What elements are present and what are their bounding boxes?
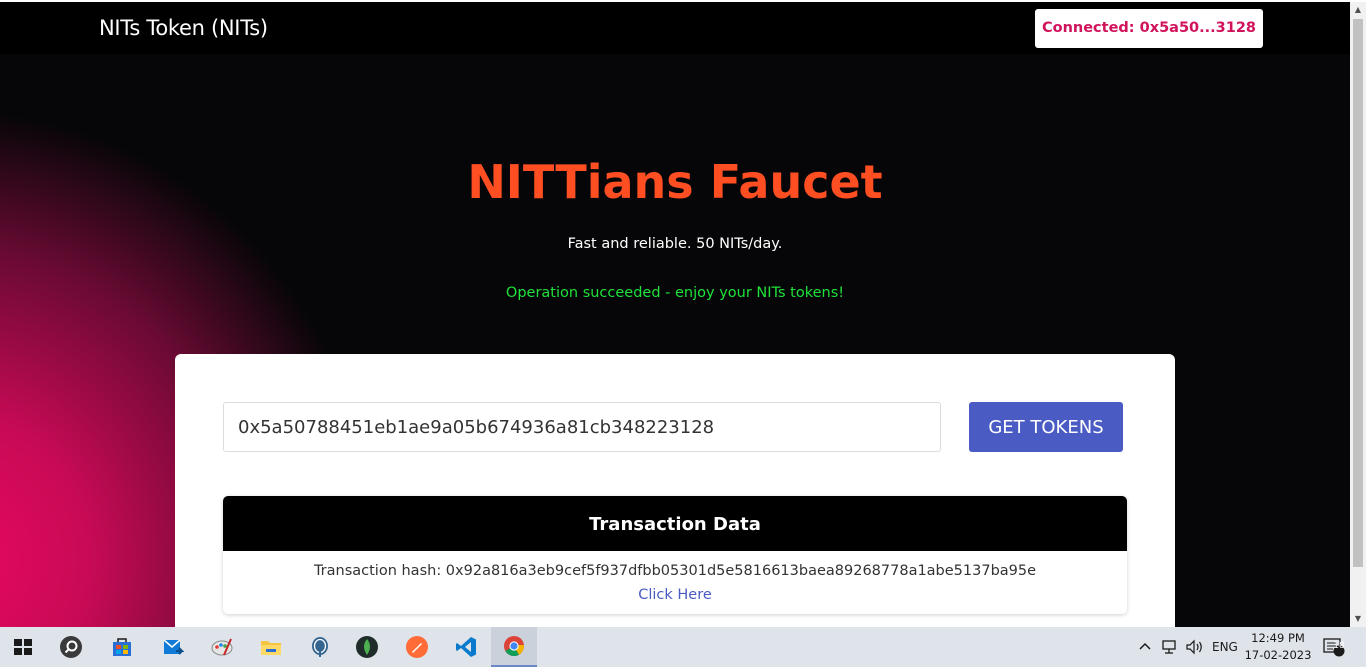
transaction-hash: Transaction hash: 0x92a816a3eb9cef5f937d… <box>313 563 1037 579</box>
clock-date: 17-02-2023 <box>1244 648 1312 662</box>
language-indicator[interactable]: ENG <box>1212 627 1238 667</box>
brand-title[interactable]: NITs Token (NITs) <box>99 16 268 40</box>
scroll-up-arrow-icon[interactable]: ▲ <box>1350 2 1366 18</box>
wallet-connect-button[interactable]: Connected: 0x5a50...3128 <box>1035 9 1263 48</box>
chrome-icon[interactable] <box>491 627 537 667</box>
page-viewport: NITs Token (NITs) Connected: 0x5a50...31… <box>0 0 1350 627</box>
scrollbar-thumb[interactable] <box>1353 19 1363 567</box>
mail-app-icon[interactable] <box>150 627 196 667</box>
navbar: NITs Token (NITs) Connected: 0x5a50...31… <box>0 2 1350 54</box>
get-tokens-button[interactable]: GET TOKENS <box>969 402 1123 452</box>
volume-icon[interactable] <box>1185 627 1205 667</box>
transaction-panel: Transaction Data Transaction hash: 0x92a… <box>223 496 1127 614</box>
transaction-panel-header: Transaction Data <box>223 496 1127 551</box>
vscode-icon[interactable] <box>443 627 489 667</box>
vertical-scrollbar[interactable]: ▲ ▼ <box>1350 2 1366 627</box>
transaction-link[interactable]: Click Here <box>223 587 1127 603</box>
postman-icon[interactable] <box>394 627 440 667</box>
file-explorer-icon[interactable] <box>248 627 294 667</box>
window-top-border <box>0 0 1366 2</box>
mongodb-icon[interactable] <box>344 627 390 667</box>
faucet-card: GET TOKENS Transaction Data Transaction … <box>175 354 1175 627</box>
show-hidden-icons-icon[interactable] <box>1138 627 1152 667</box>
notification-count-badge: 18 <box>1333 641 1345 651</box>
windows-start-icon[interactable] <box>0 627 46 667</box>
wallet-address-input[interactable] <box>223 402 941 452</box>
page-subtitle: Fast and reliable. 50 NITs/day. <box>567 236 783 252</box>
microsoft-store-icon[interactable] <box>99 627 145 667</box>
scroll-down-arrow-icon[interactable]: ▼ <box>1350 611 1366 627</box>
notification-center-icon[interactable]: 18 <box>1323 627 1345 667</box>
clock-time: 12:49 PM <box>1251 631 1305 645</box>
taskbar: ENG 12:49 PM 17-02-2023 18 <box>0 627 1366 667</box>
paint-app-icon[interactable] <box>199 627 245 667</box>
clock[interactable]: 12:49 PM 17-02-2023 <box>1244 630 1312 664</box>
search-icon[interactable] <box>48 627 94 667</box>
page-title: NITTians Faucet <box>467 155 883 209</box>
status-message: Operation succeeded - enjoy your NITs to… <box>505 285 845 301</box>
postgres-icon[interactable] <box>297 627 343 667</box>
network-icon[interactable] <box>1161 627 1179 667</box>
